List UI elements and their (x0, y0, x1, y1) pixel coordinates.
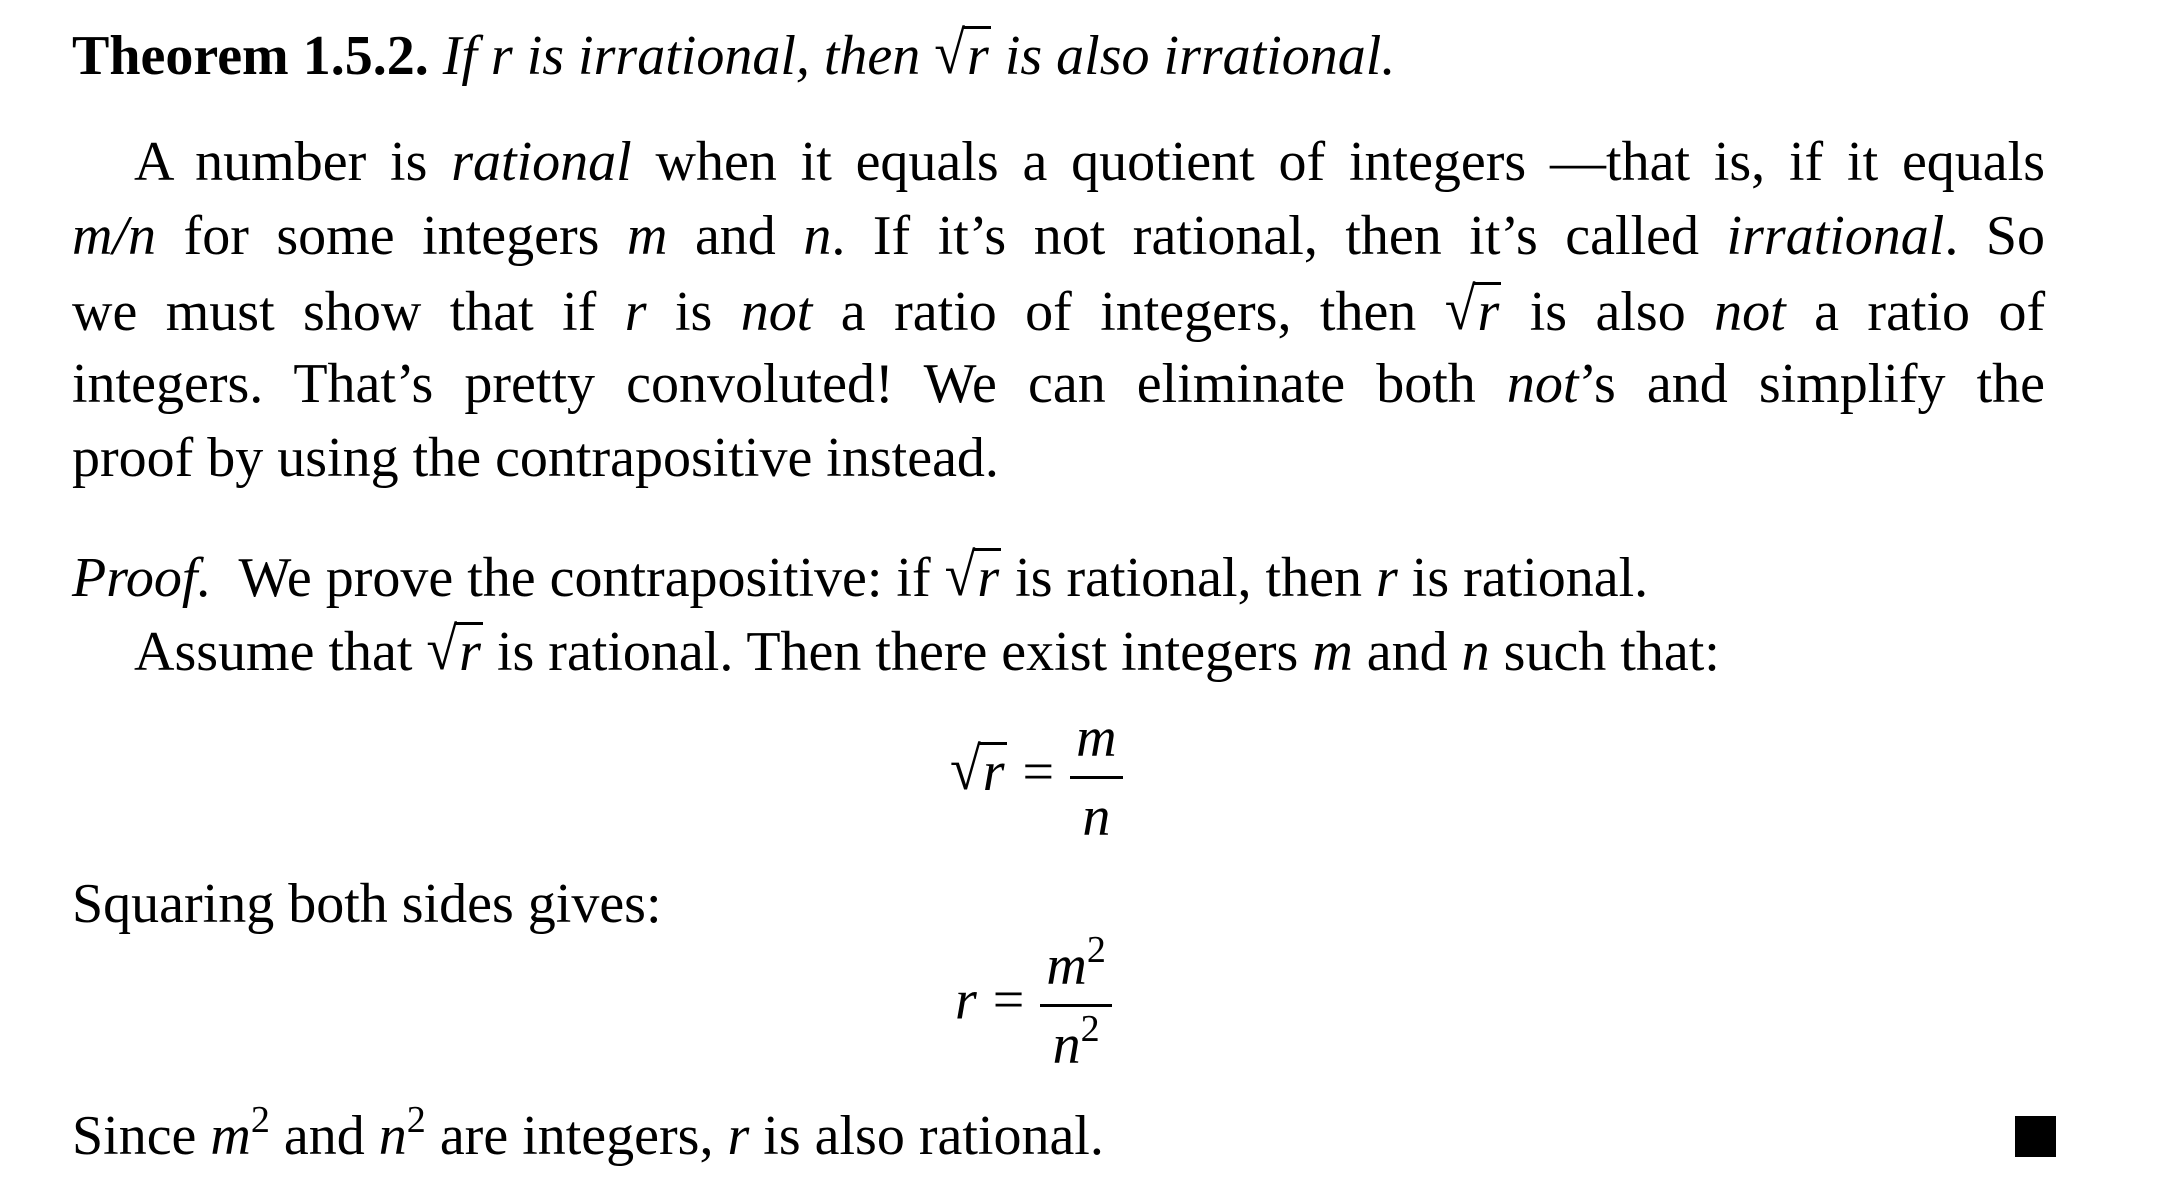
proof-label: Proof. (72, 547, 212, 609)
emphasis-rational: rational (451, 131, 632, 193)
proof-line-squaring: Squaring both sides gives: (72, 873, 662, 935)
paragraph-line-5: proof by using the contrapositive instea… (72, 427, 999, 489)
theorem-label: Theorem 1.5.2. (72, 25, 429, 87)
theorem-text-end: is also irrational. (1004, 25, 1396, 87)
sqrt-r: √r (934, 20, 991, 88)
proof-line-2: Assume that √r is rational. Then there e… (134, 616, 1720, 684)
proof-line-1: Proof. We prove the contrapositive: if √… (72, 542, 1649, 610)
sqrt-r: √r (944, 542, 1002, 610)
equation-r-equals-m2-over-n2: r = m2 n2 (955, 931, 1112, 1073)
paragraph-line-2: m/n for some integers m and n. If it’s n… (72, 205, 2046, 267)
equation-sqrt-r-equals-m-over-n: √r = m n (950, 710, 1123, 845)
theorem-text-start: If r is irrational, then (442, 25, 921, 87)
page: Theorem 1.5.2. If r is irrational, then … (0, 0, 2168, 1194)
paragraph-line-4: integers. That’s pretty convoluted! We c… (72, 353, 2046, 415)
theorem-statement: Theorem 1.5.2. If r is irrational, then … (72, 20, 1396, 88)
emphasis-irrational: irrational (1726, 205, 1945, 267)
paragraph-line-3: we must show that if r is not a ratio of… (72, 276, 2046, 344)
sqrt-r: √r (1444, 276, 1502, 344)
proof-line-conclusion: Since m2 and n2 are integers, r is also … (72, 1098, 1104, 1167)
paragraph-line-1: A number is rational when it equals a qu… (134, 131, 2046, 193)
sqrt-r: √r (426, 616, 483, 684)
qed-symbol (2015, 1116, 2056, 1157)
